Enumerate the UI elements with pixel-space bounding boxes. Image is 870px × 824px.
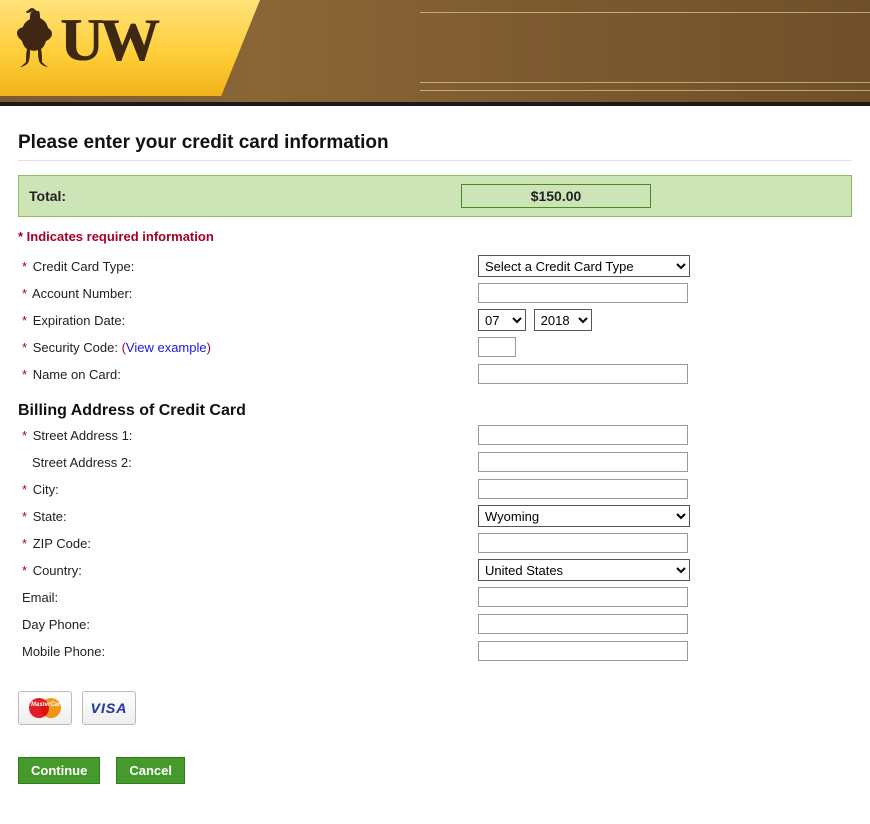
row-account-number: * Account Number: bbox=[18, 281, 852, 305]
row-name-on-card: * Name on Card: bbox=[18, 362, 852, 386]
street2-label: Street Address 2: bbox=[32, 455, 132, 470]
row-zip: * ZIP Code: bbox=[18, 531, 852, 555]
visa-icon: VISA bbox=[82, 691, 136, 725]
required-star: * bbox=[22, 286, 27, 301]
row-country: * Country: United States bbox=[18, 558, 852, 582]
exp-month-select[interactable]: 07 bbox=[478, 309, 526, 331]
country-select[interactable]: United States bbox=[478, 559, 690, 581]
header-band: UW bbox=[0, 0, 870, 106]
required-star: * bbox=[22, 482, 27, 497]
required-star: * bbox=[22, 536, 27, 551]
header-rule bbox=[420, 90, 870, 91]
security-code-input[interactable] bbox=[478, 337, 516, 357]
card-type-label: Credit Card Type: bbox=[33, 259, 135, 274]
card-type-select[interactable]: Select a Credit Card Type bbox=[478, 255, 690, 277]
header-rule bbox=[420, 82, 870, 83]
required-star: * bbox=[22, 563, 27, 578]
account-number-input[interactable] bbox=[478, 283, 688, 303]
zip-input[interactable] bbox=[478, 533, 688, 553]
continue-button[interactable]: Continue bbox=[18, 757, 100, 784]
required-star: * bbox=[22, 259, 27, 274]
row-state: * State: Wyoming bbox=[18, 504, 852, 528]
street2-input[interactable] bbox=[478, 452, 688, 472]
required-star: * bbox=[22, 340, 27, 355]
email-input[interactable] bbox=[478, 587, 688, 607]
zip-label: ZIP Code: bbox=[33, 536, 91, 551]
expiration-label: Expiration Date: bbox=[33, 313, 126, 328]
cancel-button[interactable]: Cancel bbox=[116, 757, 185, 784]
total-amount: $150.00 bbox=[461, 184, 651, 208]
street1-input[interactable] bbox=[478, 425, 688, 445]
view-example-link[interactable]: View example bbox=[126, 340, 207, 355]
row-mobile-phone: Mobile Phone: bbox=[18, 639, 852, 663]
uw-logo: UW bbox=[10, 6, 155, 70]
required-star: * bbox=[22, 509, 27, 524]
logo-tab: UW bbox=[0, 0, 260, 100]
state-label: State: bbox=[33, 509, 67, 524]
uw-wordmark: UW bbox=[60, 10, 155, 70]
country-label: Country: bbox=[33, 563, 82, 578]
page-title: Please enter your credit card informatio… bbox=[18, 132, 852, 154]
name-on-card-input[interactable] bbox=[478, 364, 688, 384]
total-label: Total: bbox=[29, 188, 66, 204]
account-number-label: Account Number: bbox=[32, 286, 132, 301]
security-code-label: Security Code: bbox=[33, 340, 122, 355]
cowboy-horse-icon bbox=[10, 6, 54, 70]
row-city: * City: bbox=[18, 477, 852, 501]
name-on-card-label: Name on Card: bbox=[33, 367, 121, 382]
street1-label: Street Address 1: bbox=[33, 428, 133, 443]
total-bar: Total: $150.00 bbox=[18, 175, 852, 217]
billing-section-title: Billing Address of Credit Card bbox=[18, 402, 852, 420]
row-street2: Street Address 2: bbox=[18, 450, 852, 474]
row-email: Email: bbox=[18, 585, 852, 609]
required-star: * bbox=[22, 313, 27, 328]
row-street1: * Street Address 1: bbox=[18, 423, 852, 447]
row-security-code: * Security Code: (View example) bbox=[18, 335, 852, 359]
row-expiration: * Expiration Date: 07 2018 bbox=[18, 308, 852, 332]
exp-year-select[interactable]: 2018 bbox=[534, 309, 592, 331]
mobile-phone-label: Mobile Phone: bbox=[22, 644, 105, 659]
mobile-phone-input[interactable] bbox=[478, 641, 688, 661]
state-select[interactable]: Wyoming bbox=[478, 505, 690, 527]
row-card-type: * Credit Card Type: Select a Credit Card… bbox=[18, 254, 852, 278]
day-phone-input[interactable] bbox=[478, 614, 688, 634]
city-label: City: bbox=[33, 482, 59, 497]
required-star: * bbox=[22, 428, 27, 443]
email-label: Email: bbox=[22, 590, 58, 605]
required-star: * bbox=[22, 367, 27, 382]
header-rule bbox=[420, 12, 870, 13]
day-phone-label: Day Phone: bbox=[22, 617, 90, 632]
row-day-phone: Day Phone: bbox=[18, 612, 852, 636]
city-input[interactable] bbox=[478, 479, 688, 499]
divider bbox=[18, 160, 852, 161]
required-note: * Indicates required information bbox=[18, 229, 852, 244]
mastercard-icon: MasterCard bbox=[18, 691, 72, 725]
